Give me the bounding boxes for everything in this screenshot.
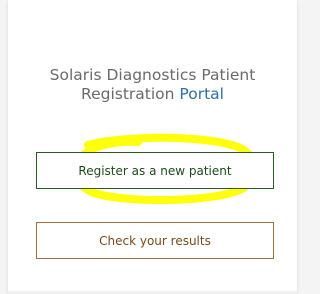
register-button-label: Register as a new patient: [78, 164, 232, 178]
results-button-label: Check your results: [99, 234, 211, 248]
registration-card: Solaris Diagnostics Patient Registration…: [8, 0, 297, 294]
portal-title: Solaris Diagnostics Patient Registration…: [8, 66, 297, 104]
portal-title-line2: Registration Portal: [8, 85, 297, 104]
portal-title-line2-plain: Registration: [81, 85, 180, 103]
check-results-button[interactable]: Check your results: [36, 222, 274, 259]
portal-title-accent: Portal: [179, 85, 224, 103]
portal-title-line1: Solaris Diagnostics Patient: [49, 66, 256, 84]
register-new-patient-button[interactable]: Register as a new patient: [36, 152, 274, 189]
